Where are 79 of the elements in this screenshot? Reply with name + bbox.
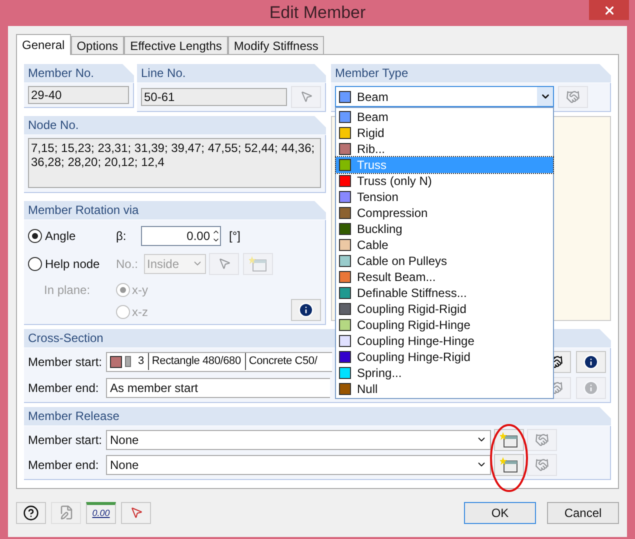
group-header: Node No. [24,116,326,134]
cross-section-end-select[interactable]: As member start [106,378,330,398]
plane-label: x-z [132,304,148,320]
pick-button[interactable] [121,502,151,524]
member-type-option[interactable]: Spring... [336,364,553,380]
unit-label: [°] [229,228,240,244]
units-button[interactable]: 0.00 [86,502,116,524]
member-type-option[interactable]: Definable Stiffness... [336,284,553,300]
member-type-option[interactable]: Result Beam... [336,268,553,284]
plane-label: x-y [132,282,148,298]
new-button[interactable] [494,454,524,476]
member-type-option[interactable]: Cable [336,236,553,252]
radio-button[interactable] [28,228,42,242]
radio-button[interactable] [116,282,130,296]
beta-spin-field[interactable]: 0.00 [141,226,221,246]
help-node-label: Help node [45,256,100,272]
new-window-icon [500,456,518,472]
help-button[interactable] [16,502,46,524]
info-icon [298,302,314,318]
line-number-field[interactable]: 50-61 [141,88,287,106]
beta-label: β: [116,228,128,244]
info-icon [583,380,599,396]
group-header: Member Rotation via [24,200,326,220]
member-type-option[interactable]: Cable on Pulleys [336,252,553,268]
in-plane-label: In plane: [44,282,92,298]
pointer-icon [300,90,312,103]
group-header: Member No. [24,64,134,82]
cross-section-select[interactable]: 3 Rectangle 480/680 Concrete C50/ [106,352,332,372]
field-label: Member start: [28,432,104,448]
info-button[interactable] [576,350,606,372]
pointer-icon [218,257,230,270]
member-type-option[interactable]: Tension [336,188,553,204]
field-label: Member start: [28,354,104,370]
handshake-icon [535,432,549,446]
tab[interactable]: Effective Lengths [124,36,228,54]
field-label: Member end: [28,380,100,396]
member-type-select[interactable]: Beam [335,86,554,107]
section-icon [125,356,131,367]
notepad-icon [58,505,74,520]
group-header: Member Release [24,406,611,426]
window-title: Edit Member [269,2,366,24]
handshake-icon [535,458,549,472]
close-button[interactable] [589,0,629,20]
member-type-option[interactable]: Rigid [336,124,553,140]
help-icon [23,504,39,520]
tab[interactable]: Modify Stiffness [228,36,324,54]
highlight-ellipse [489,423,529,493]
tab[interactable]: General [16,34,71,54]
member-type-option[interactable]: Truss (only N) [336,172,553,188]
pointer-icon [130,506,142,519]
member-type-option[interactable]: Coupling Hinge-Rigid [336,348,553,364]
new-window-icon [500,432,518,448]
member-type-option[interactable]: Coupling Hinge-Hinge [336,332,553,348]
new-button[interactable] [494,428,524,450]
member-type-option[interactable]: Buckling [336,220,553,236]
group-header: Line No. [137,64,326,82]
ok-button[interactable]: OK [464,502,536,524]
member-number-field[interactable]: 29-40 [28,86,129,104]
new-window-icon [249,256,267,272]
cancel-button[interactable]: Cancel [547,502,619,524]
radio-button[interactable] [116,304,130,318]
member-type-option[interactable]: Compression [336,204,553,220]
info-button[interactable] [291,298,321,320]
no-label: No.: [116,256,140,272]
release-select[interactable]: None [106,454,491,474]
info-icon [583,354,599,370]
member-type-option[interactable]: Coupling Rigid-Rigid [336,300,553,316]
release-select[interactable]: None [106,430,491,450]
member-type-option[interactable]: Null [336,380,553,396]
member-type-option[interactable]: Rib... [336,140,553,156]
node-number-field[interactable]: 7,15; 15,23; 23,31; 31,39; 39,47; 47,55; 52,44; 44,36; 36,28; 28,20; 20,12; 12,4 [28,138,321,188]
member-type-option[interactable]: Beam [336,108,553,124]
angle-label: Angle [45,228,76,244]
field-label: Member end: [28,456,100,474]
close-icon [602,4,616,16]
tab[interactable]: Options [70,36,124,54]
radio-button[interactable] [28,256,42,270]
handshake-icon [566,90,580,104]
group-header: Member Type [331,64,611,82]
